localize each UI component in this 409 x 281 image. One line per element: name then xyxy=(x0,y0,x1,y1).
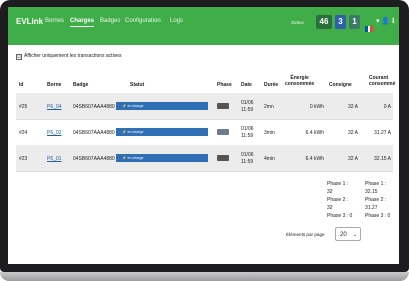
row-badge: 04SB607AAA4880 xyxy=(73,104,115,110)
row-id: #23 xyxy=(19,156,28,162)
summary-line: Phase 1 : xyxy=(327,181,349,187)
phase-icon xyxy=(217,103,229,109)
table-row[interactable]: #24 P6_02 04SB607AAA4880 ⚡ en charge 01/… xyxy=(16,119,393,146)
row-date-day: 01/06 xyxy=(241,152,254,158)
row-courant: 31.27 A xyxy=(374,130,391,136)
phase-icon xyxy=(217,155,229,161)
summary-line: 32 xyxy=(327,189,333,195)
app-screen: EVLink Bornes Charges Badges Configurati… xyxy=(8,7,399,264)
summary-line: Phase 3 : 0 xyxy=(365,213,391,219)
row-energie: 6.4 kWh xyxy=(305,156,324,162)
nav-logs[interactable]: Logs xyxy=(170,18,183,24)
status-charging-button[interactable]: ⚡ en charge xyxy=(116,154,208,162)
col-badge: Badge xyxy=(73,82,89,88)
borne-link[interactable]: P6_02 xyxy=(47,130,61,136)
nav-bornes[interactable]: Bornes xyxy=(45,18,64,24)
courant-phase-summary: Phase 1 : 32.15 Phase 2 : 31.27 Phase 3 … xyxy=(365,180,390,220)
info-icon[interactable]: ℹ xyxy=(392,17,395,25)
row-date-time: 11:59 xyxy=(241,107,254,113)
borne-link[interactable]: P6_04 xyxy=(47,104,61,110)
status-text: en charge xyxy=(127,104,144,108)
col-courant: Courant consommé xyxy=(369,75,395,87)
phase-icon xyxy=(217,129,229,135)
status-charging-button[interactable]: ⚡ en charge xyxy=(116,102,208,110)
status-text: en charge xyxy=(127,156,144,160)
row-badge: 04SB607AAA4880 xyxy=(73,156,115,162)
summary-line: Phase 2 : xyxy=(327,197,349,203)
borne-link[interactable]: P6_01 xyxy=(47,156,61,162)
row-duree: 2mn xyxy=(264,104,274,110)
row-consigne: 32 A xyxy=(347,156,358,162)
top-navbar: EVLink Bornes Charges Badges Configurati… xyxy=(8,7,399,45)
row-date: 01/06 11:59 xyxy=(241,152,254,166)
user-icon[interactable]: 👤 xyxy=(381,17,390,25)
filter-checkbox[interactable]: ☑ xyxy=(16,54,22,60)
row-duree: 3min xyxy=(264,130,275,136)
col-phase: Phase xyxy=(217,82,232,88)
row-date-day: 01/06 xyxy=(241,126,254,132)
row-consigne: 32 A xyxy=(347,104,358,110)
row-date-day: 01/06 xyxy=(241,100,254,106)
row-energie: 0 kWh xyxy=(309,104,324,110)
app-brand[interactable]: EVLink xyxy=(16,17,43,26)
summary-line: Phase 3 : 0 xyxy=(327,213,353,219)
filter-label: Afficher uniquement les transactions act… xyxy=(24,53,122,59)
row-courant: 32.15 A xyxy=(374,156,391,162)
status-badge-total[interactable]: 46 xyxy=(316,15,332,29)
dropdown-caret-icon[interactable]: ▾ xyxy=(376,17,380,25)
row-duree: 4min xyxy=(264,156,275,162)
row-date-time: 11:59 xyxy=(241,159,254,165)
summary-line: Phase 2 : xyxy=(365,197,387,203)
table-row[interactable]: #25 P6_04 04SB607AAA4880 ⚡ en charge 01/… xyxy=(16,93,393,120)
laptop-base xyxy=(0,272,409,281)
status-text: en charge xyxy=(127,130,144,134)
consigne-phase-summary: Phase 1 : 32 Phase 2 : 32 Phase 3 : 0 xyxy=(327,180,352,220)
row-date: 01/06 11:59 xyxy=(241,126,254,140)
page-size-value: 20 xyxy=(340,232,347,238)
status-badge-error[interactable]: 1 xyxy=(349,15,360,29)
col-consigne: Consigne xyxy=(329,82,352,88)
row-id: #25 xyxy=(19,104,28,110)
col-date: Date xyxy=(241,82,252,88)
nav-badges[interactable]: Badges xyxy=(100,18,120,24)
nav-charges[interactable]: Charges xyxy=(70,18,95,27)
page-size-select[interactable]: 20 ⌄ xyxy=(335,227,361,241)
col-statut: Statut xyxy=(130,82,145,88)
row-courant: 0 A xyxy=(383,104,391,110)
row-date: 01/06 11:59 xyxy=(241,100,254,114)
row-id: #24 xyxy=(19,130,28,136)
status-badge-active[interactable]: 3 xyxy=(335,15,346,29)
summary-line: 31.27 xyxy=(365,205,378,211)
table-row[interactable]: #23 P6_01 04SB607AAA4880 ⚡ en charge 01/… xyxy=(16,145,393,172)
row-date-time: 11:59 xyxy=(241,133,254,139)
active-transactions-filter[interactable]: ☑ Afficher uniquement les transactions ac… xyxy=(16,53,121,60)
status-charging-button[interactable]: ⚡ en charge xyxy=(116,128,208,136)
col-courant-line2: consommé xyxy=(369,81,396,87)
row-energie: 6.4 kWh xyxy=(305,130,324,136)
page-size-label: Éléments par page xyxy=(286,232,325,237)
row-badge: 04SB607AAA4880 xyxy=(73,130,115,136)
chevron-down-icon: ⌄ xyxy=(352,232,357,238)
language-flag-icon[interactable] xyxy=(365,19,373,32)
col-duree: Durée xyxy=(264,82,279,88)
summary-line: 32 xyxy=(327,205,333,211)
col-energie-line2: consommée xyxy=(285,81,315,87)
status-label: Status xyxy=(291,20,304,25)
table-header: Id Borne Badge Statut Phase Date Durée É… xyxy=(16,65,395,94)
col-id: Id xyxy=(19,82,24,88)
col-energie: Énergie consommée xyxy=(285,75,314,87)
col-borne: Borne xyxy=(47,82,62,88)
nav-configuration[interactable]: Configuration xyxy=(125,18,161,24)
summary-line: Phase 1 : xyxy=(365,181,387,187)
summary-line: 32.15 xyxy=(365,189,378,195)
row-consigne: 32 A xyxy=(347,130,358,136)
